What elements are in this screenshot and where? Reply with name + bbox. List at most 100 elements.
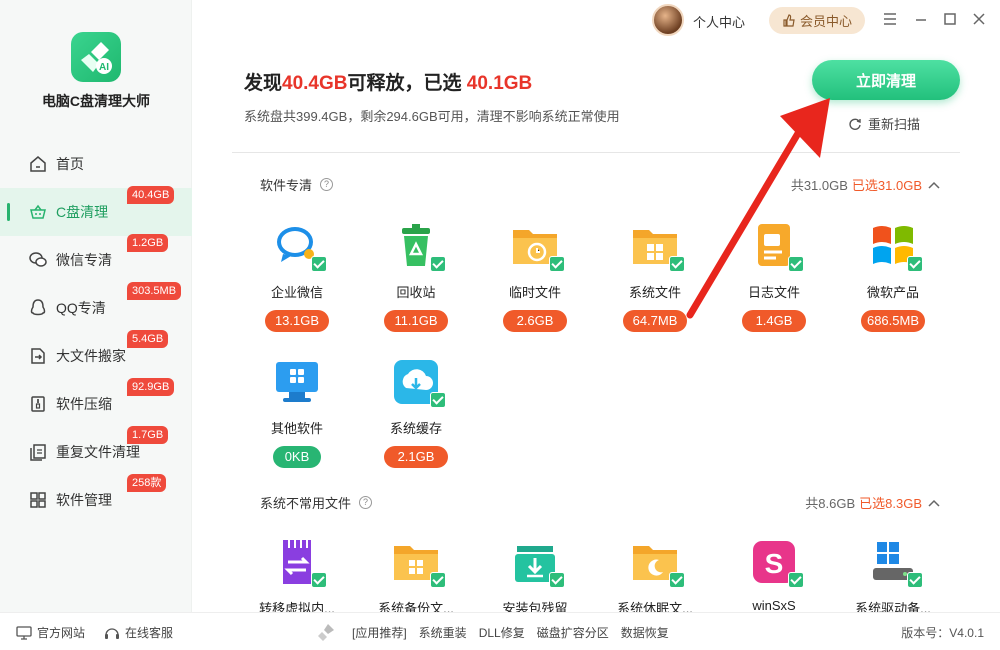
- sidebar-item-label: 软件压缩: [56, 396, 112, 412]
- checkbox-checked[interactable]: [311, 572, 327, 588]
- sidebar-item-home[interactable]: 首页: [0, 140, 192, 188]
- app-name: 电脑C盘清理大师: [41, 93, 151, 109]
- item-name: 系统缓存: [389, 421, 442, 436]
- clean-item-recycle-bin[interactable]: 回收站 11.1GB: [361, 222, 471, 332]
- duplicate-icon: [30, 444, 46, 461]
- checkbox-checked[interactable]: [549, 256, 565, 272]
- item-size: 11.1GB: [384, 310, 448, 332]
- size-badge: 40.4GB: [127, 186, 175, 204]
- help-icon[interactable]: ?: [359, 496, 373, 509]
- online-support-link[interactable]: 在线客服: [104, 624, 173, 641]
- disk-info: 系统盘共399.4GB，剩余294.6GB可用，清理不影响系统正常使用: [244, 109, 620, 124]
- basket-icon: [30, 204, 46, 219]
- divider: [232, 152, 960, 153]
- item-size: 2.6GB: [503, 310, 567, 332]
- sidebar-item-large-file-move[interactable]: 大文件搬家 5.4GB: [0, 330, 192, 380]
- size-badge: 258款: [127, 474, 167, 492]
- item-name: 回收站: [396, 285, 436, 300]
- system-reinstall-link[interactable]: 系统重装: [419, 624, 467, 641]
- section-selected: 已选8.3GB: [859, 496, 922, 511]
- monitor-icon: [276, 362, 318, 402]
- broom-icon: AI: [81, 42, 112, 74]
- file-move-icon: [31, 348, 45, 364]
- maximize-icon[interactable]: [942, 11, 958, 27]
- chevron-up-icon[interactable]: [928, 499, 940, 507]
- sidebar-item-software-manage[interactable]: 软件管理 258款: [0, 474, 192, 524]
- checkbox-checked[interactable]: [907, 256, 923, 272]
- sidebar-item-label: 首页: [56, 156, 84, 172]
- sidebar-item-label: C盘清理: [56, 204, 109, 220]
- clean-item-system-backup[interactable]: 系统备份文...: [361, 538, 471, 617]
- rescan-button[interactable]: 重新扫描: [848, 114, 920, 133]
- status-bar: 官方网站 在线客服 [应用推荐] 系统重装 DLL修复 磁盘扩容分区 数据恢复 …: [0, 612, 1000, 650]
- clean-item-virtual-memory[interactable]: 转移虚拟内...: [242, 538, 352, 617]
- official-website-link[interactable]: 官方网站: [16, 624, 85, 641]
- annotation-arrow-icon: [686, 98, 830, 319]
- checkbox-checked[interactable]: [311, 256, 327, 272]
- user-center-link[interactable]: 个人中心: [693, 12, 745, 31]
- thumbs-up-icon: [783, 13, 795, 27]
- home-icon: [30, 156, 46, 172]
- item-size: 64.7MB: [623, 310, 687, 332]
- data-recovery-link[interactable]: 数据恢复: [621, 624, 669, 641]
- clean-item-driver-backup[interactable]: 系统驱动备...: [838, 538, 948, 617]
- help-icon[interactable]: ?: [320, 178, 334, 191]
- clean-item-system-cache[interactable]: 系统缓存 2.1GB: [361, 358, 471, 468]
- vip-center-button[interactable]: 会员中心: [769, 7, 865, 34]
- sidebar-item-c-drive-clean[interactable]: C盘清理 40.4GB: [0, 186, 192, 236]
- checkbox-checked[interactable]: [430, 256, 446, 272]
- online-support-label: 在线客服: [125, 626, 174, 640]
- headset-icon: [105, 627, 119, 639]
- checkbox-checked[interactable]: [788, 572, 804, 588]
- item-name: 微软产品: [866, 285, 919, 300]
- disk-partition-link[interactable]: 磁盘扩容分区: [537, 624, 609, 641]
- checkbox-checked[interactable]: [430, 392, 446, 408]
- minimize-icon[interactable]: [913, 11, 929, 27]
- sidebar-item-wechat-clean[interactable]: 微信专清 1.2GB: [0, 234, 192, 284]
- checkbox-checked[interactable]: [669, 572, 685, 588]
- clean-item-temp-files[interactable]: 临时文件 2.6GB: [480, 222, 590, 332]
- sidebar-item-qq-clean[interactable]: QQ专清 303.5MB: [0, 282, 192, 332]
- section-title-label: 系统不常用文件: [260, 496, 352, 511]
- checkbox-checked[interactable]: [430, 572, 446, 588]
- broom-icon: [318, 624, 334, 641]
- item-name: 企业微信: [270, 285, 323, 300]
- footer-links: [应用推荐] 系统重装 DLL修复 磁盘扩容分区 数据恢复: [352, 624, 669, 641]
- chevron-up-icon[interactable]: [928, 181, 940, 189]
- clean-item-other-software[interactable]: 其他软件 0KB: [242, 358, 352, 468]
- sidebar-item-software-compress[interactable]: 软件压缩 92.9GB: [0, 378, 192, 428]
- svg-text:S: S: [765, 548, 784, 579]
- item-name: 其他软件: [270, 421, 323, 436]
- size-badge: 1.7GB: [127, 426, 169, 444]
- item-size: 13.1GB: [265, 310, 329, 332]
- section-selected: 已选31.0GB: [851, 178, 922, 193]
- apps-icon: [30, 492, 46, 508]
- menu-icon[interactable]: [882, 11, 898, 27]
- section-title: 系统不常用文件?: [260, 493, 373, 512]
- sidebar-item-label: 重复文件清理: [56, 444, 140, 460]
- wechat-icon: [29, 252, 47, 267]
- section-total: 共8.6GB: [805, 496, 856, 511]
- close-icon[interactable]: [971, 11, 987, 27]
- compress-icon: [31, 396, 45, 412]
- sidebar-item-label: QQ专清: [56, 300, 106, 316]
- avatar[interactable]: [652, 4, 684, 36]
- section-stats: 共8.6GB 已选8.3GB: [805, 493, 940, 512]
- checkbox-checked[interactable]: [549, 572, 565, 588]
- dll-repair-link[interactable]: DLL修复: [479, 624, 525, 641]
- summary-prefix: 发现: [244, 73, 283, 94]
- qq-icon: [30, 299, 46, 316]
- app-logo: AI: [71, 32, 121, 82]
- clean-item-winsxs[interactable]: S winSxS: [719, 538, 829, 613]
- clean-item-installer-residue[interactable]: 安装包残留: [480, 538, 590, 617]
- found-size: 40.4GB: [282, 73, 348, 94]
- rescan-label: 重新扫描: [868, 117, 921, 132]
- app-recommend-link[interactable]: [应用推荐]: [352, 624, 407, 641]
- sidebar-item-duplicate-clean[interactable]: 重复文件清理 1.7GB: [0, 426, 192, 476]
- clean-item-hibernation[interactable]: 系统休眠文...: [600, 538, 710, 617]
- clean-item-microsoft[interactable]: 微软产品 686.5MB: [838, 222, 948, 332]
- checkbox-checked[interactable]: [907, 572, 923, 588]
- vip-center-label: 会员中心: [799, 14, 852, 29]
- item-size: 686.5MB: [861, 310, 925, 332]
- clean-item-wecom[interactable]: 企业微信 13.1GB: [242, 222, 352, 332]
